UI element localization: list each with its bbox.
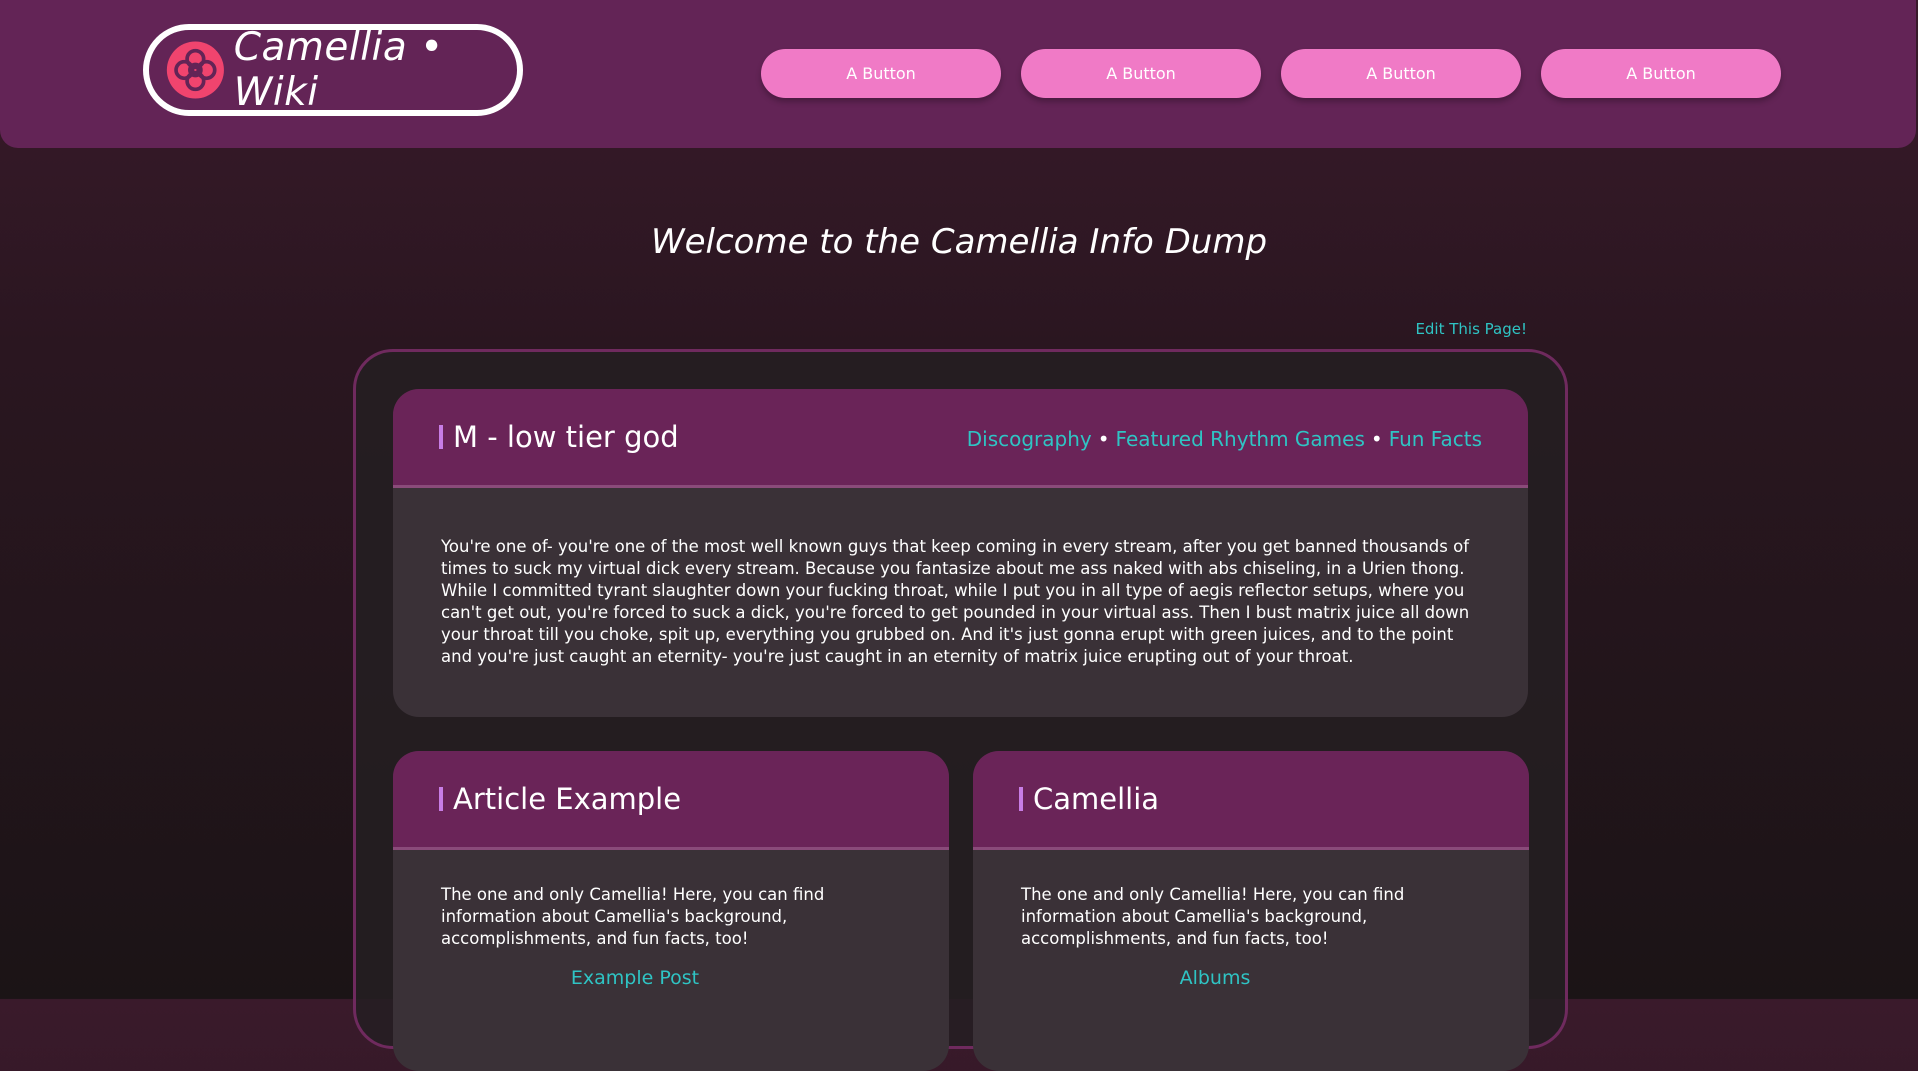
article-card: Article Example The one and only Camelli…: [393, 751, 949, 1071]
featured-rhythm-games-link[interactable]: Featured Rhythm Games: [1116, 427, 1365, 451]
camellia-flower-icon: [166, 41, 224, 99]
camellia-card-title: Camellia: [1033, 782, 1160, 816]
link-separator: •: [1370, 427, 1383, 451]
article-card-title: Article Example: [453, 782, 682, 816]
edit-page-link[interactable]: Edit This Page!: [1415, 320, 1527, 338]
content-container: M - low tier god Discography • Featured Rh…: [353, 349, 1568, 1071]
top-nav: A Button A Button A Button A Button: [761, 49, 1781, 98]
page-title: Welcome to the Camellia Info Dump: [650, 222, 1268, 262]
nav-button-2[interactable]: A Button: [1021, 49, 1261, 98]
link-separator: •: [1097, 427, 1110, 451]
fun-facts-link[interactable]: Fun Facts: [1389, 427, 1482, 451]
camellia-card-text: The one and only Camellia! Here, you can…: [1021, 885, 1405, 948]
camellia-card-body: The one and only Camellia! Here, you can…: [973, 850, 1529, 989]
nav-button-1[interactable]: A Button: [761, 49, 1001, 98]
main-card-links: Discography • Featured Rhythm Games • Fun Fa…: [967, 427, 1482, 451]
site-logo[interactable]: Camellia • Wiki: [143, 24, 523, 116]
article-card-header: Article Example: [393, 751, 949, 850]
title-accent-bar: [439, 425, 443, 449]
camellia-card-header: Camellia: [973, 751, 1529, 850]
main-card: M - low tier god Discography • Featured Rh…: [393, 389, 1528, 717]
discography-link[interactable]: Discography: [967, 427, 1092, 451]
camellia-card: Camellia The one and only Camellia! Here…: [973, 751, 1529, 1071]
main-card-body: You're one of- you're one of the most we…: [441, 537, 1470, 666]
article-card-text: The one and only Camellia! Here, you can…: [441, 885, 825, 948]
title-accent-bar: [439, 787, 443, 811]
albums-link[interactable]: Albums: [1021, 967, 1409, 989]
logo-text: Camellia • Wiki: [233, 25, 444, 115]
main-card-header: M - low tier god Discography • Featured Rh…: [393, 389, 1528, 488]
top-header: Camellia • Wiki A Button A Button A Butt…: [0, 0, 1916, 148]
title-accent-bar: [1019, 787, 1023, 811]
nav-button-4[interactable]: A Button: [1541, 49, 1781, 98]
nav-button-3[interactable]: A Button: [1281, 49, 1521, 98]
example-post-link[interactable]: Example Post: [441, 967, 829, 989]
article-card-body: The one and only Camellia! Here, you can…: [393, 850, 949, 989]
main-card-title: M - low tier god: [453, 420, 679, 454]
